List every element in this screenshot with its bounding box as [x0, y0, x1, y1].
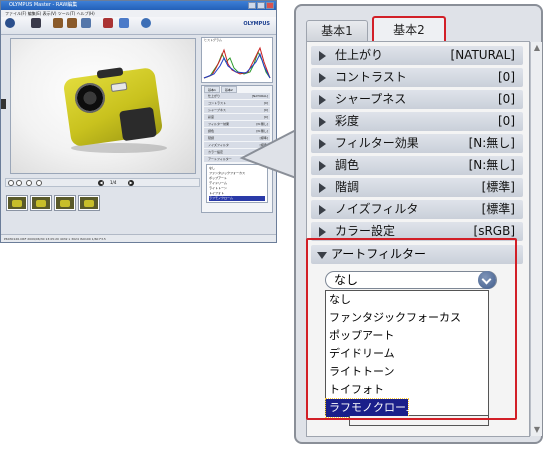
option-fantastic-focus[interactable]: ファンタジックフォーカス — [326, 309, 488, 327]
zoom-bar: ◀ 1/4 ▶ — [5, 178, 200, 187]
mini-tab[interactable]: 基本1 — [204, 86, 220, 93]
save-icon[interactable] — [31, 18, 41, 28]
scroll-down-icon[interactable]: ▼ — [532, 425, 542, 435]
window-controls — [248, 2, 274, 9]
option-toy-photo[interactable]: トイフォト — [326, 381, 488, 399]
rotate-left-icon[interactable] — [53, 18, 63, 28]
collapse-arrow-icon — [317, 252, 327, 259]
expand-arrow-icon — [319, 161, 326, 171]
olympus-logo: OLYMPUS — [243, 21, 270, 27]
settings-list: 仕上がり [NATURAL] コントラスト [0] シャープネス [0] 彩度 … — [306, 41, 542, 437]
thumbnail[interactable] — [30, 195, 52, 211]
row-sharpness[interactable]: シャープネス [0] — [311, 90, 523, 109]
toolbar: OLYMPUS — [1, 17, 276, 35]
mini-row[interactable]: シャープネス [0] — [204, 107, 270, 113]
thumbnail[interactable] — [6, 195, 28, 211]
settings-panel: 基本1 基本2 仕上がり [NATURAL] コントラスト [0] シャープネス… — [294, 4, 543, 444]
row-filter-effect[interactable]: フィルター効果 [N:無し] — [311, 134, 523, 153]
art-filter-option-list[interactable]: なし ファンタジックフォーカス ポップアート デイドリーム ライトトーン トイフ… — [325, 290, 489, 418]
app-title: OLYMPUS Master - RAW編集 — [9, 2, 78, 8]
scrollbar[interactable]: ▲ ▼ — [530, 42, 542, 436]
option-light-tone[interactable]: ライトトーン — [326, 363, 488, 381]
scroll-up-icon[interactable]: ▲ — [532, 43, 542, 53]
row-color-space[interactable]: カラー設定 [sRGB] — [311, 222, 523, 241]
histogram: ヒストグラム — [201, 37, 273, 83]
back-icon[interactable] — [5, 18, 15, 28]
row-noise-filter[interactable]: ノイズフィルタ [標準] — [311, 200, 523, 219]
app-title-bar: OLYMPUS Master - RAW編集 — [1, 1, 276, 10]
help-icon[interactable] — [141, 18, 151, 28]
art-filter-select[interactable]: なし — [325, 271, 497, 289]
thumbnail[interactable] — [78, 195, 100, 211]
row-saturation[interactable]: 彩度 [0] — [311, 112, 523, 131]
expand-arrow-icon — [319, 227, 326, 237]
maximize-button[interactable] — [257, 2, 265, 9]
option-pop-art[interactable]: ポップアート — [326, 327, 488, 345]
row-finish[interactable]: 仕上がり [NATURAL] — [311, 46, 523, 65]
minimize-button[interactable] — [248, 2, 256, 9]
tab-basic-1[interactable]: 基本1 — [306, 20, 368, 42]
expand-arrow-icon — [319, 183, 326, 193]
expand-arrow-icon — [319, 205, 326, 215]
art-filter-section: アートフィルター なし なし ファンタジックフォーカス ポップアート デイドリー… — [311, 245, 523, 426]
row-gradation[interactable]: 階調 [標準] — [311, 178, 523, 197]
rotate-right-icon[interactable] — [67, 18, 77, 28]
option-rough-monochrome[interactable]: ラフモノクローム — [325, 398, 417, 418]
status-bar: P6030126.ORF 2009/06/30 13:05:20 4032 x … — [1, 234, 276, 242]
histogram-graph — [203, 46, 271, 79]
tab-basic-2[interactable]: 基本2 — [372, 16, 446, 42]
prev-image-icon[interactable] — [1, 99, 6, 109]
prev-button[interactable]: ◀ — [98, 180, 104, 186]
fit-icon[interactable] — [8, 180, 14, 186]
next-button[interactable]: ▶ — [128, 180, 134, 186]
mini-row[interactable]: コントラスト [0] — [204, 100, 270, 106]
info-icon[interactable] — [119, 18, 129, 28]
row-toning[interactable]: 調色 [N:無し] — [311, 156, 523, 175]
thumbnail[interactable] — [54, 195, 76, 211]
zoom-value: 1/4 — [110, 180, 117, 185]
expand-arrow-icon — [319, 95, 326, 105]
expand-arrow-icon — [319, 117, 326, 127]
art-filter-header[interactable]: アートフィルター — [311, 245, 523, 264]
close-button[interactable] — [266, 2, 274, 9]
option-none[interactable]: なし — [326, 291, 488, 309]
mini-row[interactable]: 仕上がり [NATURAL] — [204, 93, 270, 99]
row-contrast[interactable]: コントラスト [0] — [311, 68, 523, 87]
expand-arrow-icon — [319, 139, 326, 149]
chevron-down-icon[interactable] — [478, 271, 496, 289]
preview-image — [10, 38, 196, 174]
zoom-fit-icon[interactable] — [36, 180, 42, 186]
callout-arrow — [239, 128, 298, 180]
zoom-out-icon[interactable] — [16, 180, 22, 186]
mini-tab[interactable]: 基本2 — [220, 86, 237, 93]
art-filter-selected-value: なし — [334, 273, 359, 287]
expand-arrow-icon — [319, 73, 326, 83]
thumbnail-strip — [5, 194, 200, 214]
compare-icon[interactable] — [81, 18, 91, 28]
menu-bar[interactable]: ファイル(F) 編集(E) 表示(V) ツール(T) ヘルプ(H) — [1, 10, 276, 17]
tools-icon[interactable] — [103, 18, 113, 28]
zoom-in-icon[interactable] — [26, 180, 32, 186]
mini-tabs: 基本1 基本2 — [202, 86, 272, 93]
option-daydream[interactable]: デイドリーム — [326, 345, 488, 363]
expand-arrow-icon — [319, 51, 326, 61]
